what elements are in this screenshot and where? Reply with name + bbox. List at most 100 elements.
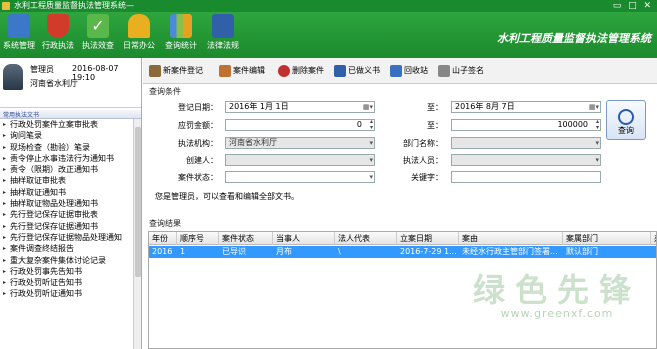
checkmark-icon: ✓ <box>87 14 109 38</box>
nav-item[interactable]: 责令（限期）改正通知书 <box>0 164 132 175</box>
person-icon <box>128 14 150 38</box>
app-title: 水利工程质量监督执法管理系统 <box>497 32 651 45</box>
laws-regulations-button[interactable]: 法律法规 <box>204 14 242 56</box>
query-section-label: 查询条件 <box>149 87 181 96</box>
table-cell: 2016 <box>152 247 173 256</box>
table-cell <box>651 246 656 258</box>
column-header[interactable]: 法人代表 <box>335 232 397 245</box>
dept-select[interactable]: ▾ <box>451 137 601 149</box>
keyword-input[interactable] <box>451 171 601 183</box>
table-header: 年份 顺序号 案件状态 当事人 法人代表 立案日期 案由 案属部门 办 <box>149 232 656 245</box>
chevron-down-icon[interactable]: ▾ <box>595 138 599 148</box>
reg-date-from-field[interactable]: 2016年 1月 1日 ▦▾ <box>225 101 375 113</box>
law-enforcement-button[interactable]: 行政执法 <box>40 14 76 56</box>
user-org: 河南省水利厅 <box>30 79 78 88</box>
edit-icon <box>219 65 231 77</box>
amount-to-label: 至： <box>427 121 443 130</box>
nav-item[interactable]: 抽样取证物品处理通知书 <box>0 198 132 209</box>
column-header[interactable]: 年份 <box>149 232 177 245</box>
column-header[interactable]: 办 <box>651 232 656 245</box>
delete-case-button[interactable]: 删除案件 <box>278 64 324 78</box>
status-select[interactable]: ▾ <box>225 171 375 183</box>
app-icon <box>2 2 10 10</box>
table-cell: \ <box>338 247 341 256</box>
nav-item[interactable]: 抽样取证审批表 <box>0 175 132 186</box>
status-label: 案件状态： <box>178 173 218 182</box>
nav-item[interactable]: 先行登记保存证据通知书 <box>0 221 132 232</box>
agency-label: 执法机构： <box>178 139 218 148</box>
document-icon <box>149 65 161 77</box>
action-bar: 新案件登记 案件编辑 删除案件 已做义书 回收站 山子签名 <box>143 58 657 84</box>
permission-tip: 您是管理员，可以查看和编辑全部文书。 <box>155 192 299 201</box>
query-button[interactable]: 查询 <box>606 100 646 140</box>
watermark-text: 绿色先锋 <box>472 271 641 309</box>
book-icon <box>212 14 234 38</box>
bar-chart-icon <box>170 14 192 38</box>
window-controls[interactable]: ▭ □ ✕ <box>613 0 653 12</box>
new-case-button[interactable]: 新案件登记 <box>149 64 203 78</box>
nav-item[interactable]: 责令停止水事违法行为通知书 <box>0 153 132 164</box>
reg-date-to-field[interactable]: 2016年 8月 7日 ▦▾ <box>451 101 601 113</box>
nav-scrollbar[interactable] <box>133 119 141 349</box>
table-cell: 2016-7-29 1... <box>400 247 457 256</box>
column-header[interactable]: 当事人 <box>273 232 335 245</box>
agency-select[interactable]: 河南省水利厅 ▾ <box>225 137 375 149</box>
column-header[interactable]: 案属部门 <box>563 232 651 245</box>
watermark: 绿色先锋 www.greenxf.com <box>471 273 643 321</box>
done-documents-button[interactable]: 已做义书 <box>334 64 380 78</box>
edit-case-button[interactable]: 案件编辑 <box>219 64 265 78</box>
nav-item[interactable]: 行政处罚案件立案审批表 <box>0 119 132 130</box>
daily-office-button[interactable]: 日常办公 <box>120 14 158 56</box>
nav-item[interactable]: 行政处罚听证通知书 <box>0 288 132 299</box>
table-cell: 未经水行政主管部门签署... <box>462 247 558 256</box>
spinner-icon[interactable]: ▴ ▾ <box>596 119 599 131</box>
recycle-bin-icon <box>390 65 402 77</box>
left-panel: 管理员 2016-08-07 19:10 河南省水利厅 常用执法文书 行政处罚案… <box>0 58 142 349</box>
column-header[interactable]: 案由 <box>459 232 563 245</box>
creator-select[interactable]: ▾ <box>225 154 375 166</box>
query-statistics-button[interactable]: 查询统计 <box>162 14 200 56</box>
user-info: 管理员 2016-08-07 19:10 河南省水利厅 <box>0 58 141 108</box>
nav-item[interactable]: 案件调查终结报告 <box>0 243 132 254</box>
document-nav-list: 行政处罚案件立案审批表 询问笔录 现场检查（勘验）笔录 责令停止水事违法行为通知… <box>0 119 141 300</box>
chevron-down-icon[interactable]: ▾ <box>595 155 599 165</box>
user-name: 管理员 <box>30 65 54 74</box>
calendar-dropdown-icon[interactable]: ▦▾ <box>363 102 373 112</box>
login-datetime: 2016-08-07 19:10 <box>72 64 119 82</box>
amount-to-field[interactable]: 100000 ▴ ▾ <box>451 119 601 131</box>
nav-item[interactable]: 行政处罚听证告知书 <box>0 277 132 288</box>
nav-item[interactable]: 抽样取证通知书 <box>0 187 132 198</box>
e-signature-button[interactable]: 山子签名 <box>438 64 484 78</box>
amount-from-field[interactable]: 0 ▴ ▾ <box>225 119 375 131</box>
nav-item[interactable]: 询问笔录 <box>0 130 132 141</box>
system-management-button[interactable]: 系统管理 <box>2 14 36 56</box>
table-cell: 月布 <box>276 247 292 256</box>
window-title: 水利工程质量监督执法管理系统— <box>14 1 134 10</box>
nav-item[interactable]: 现场检查（勘验）笔录 <box>0 142 132 153</box>
table-cell: 已导识 <box>222 247 246 256</box>
recycle-bin-button[interactable]: 回收站 <box>390 64 428 78</box>
delete-icon <box>278 65 290 77</box>
reg-date-label: 登记日期： <box>178 103 218 112</box>
creator-label: 创建人： <box>186 156 218 165</box>
results-section-label: 查询结果 <box>149 219 181 228</box>
shield-icon <box>47 14 69 38</box>
keyword-label: 关键字： <box>411 173 443 182</box>
nav-item[interactable]: 重大复杂案件集体讨论记录 <box>0 255 132 266</box>
nav-item[interactable]: 先行登记保存证据审批表 <box>0 209 132 220</box>
nav-item[interactable]: 行政处罚事先告知书 <box>0 266 132 277</box>
computer-icon <box>8 14 30 38</box>
pen-icon <box>438 65 450 77</box>
calendar-dropdown-icon[interactable]: ▦▾ <box>589 102 599 112</box>
table-row[interactable]: 2016 1 已导识 月布 \ 2016-7-29 1... 未经水行政主管部门… <box>149 246 656 258</box>
officer-select[interactable]: ▾ <box>451 154 601 166</box>
officer-label: 执法人员： <box>403 156 443 165</box>
column-header[interactable]: 顺序号 <box>177 232 219 245</box>
table-cell: 1 <box>180 247 186 256</box>
enforcement-check-button[interactable]: ✓ 执法效查 <box>80 14 116 56</box>
scrollbar-thumb[interactable] <box>135 127 141 277</box>
nav-item[interactable]: 先行登记保存证据物品处理通知 <box>0 232 132 243</box>
column-header[interactable]: 立案日期 <box>397 232 459 245</box>
amount-label: 应罚金额： <box>178 121 218 130</box>
column-header[interactable]: 案件状态 <box>219 232 273 245</box>
